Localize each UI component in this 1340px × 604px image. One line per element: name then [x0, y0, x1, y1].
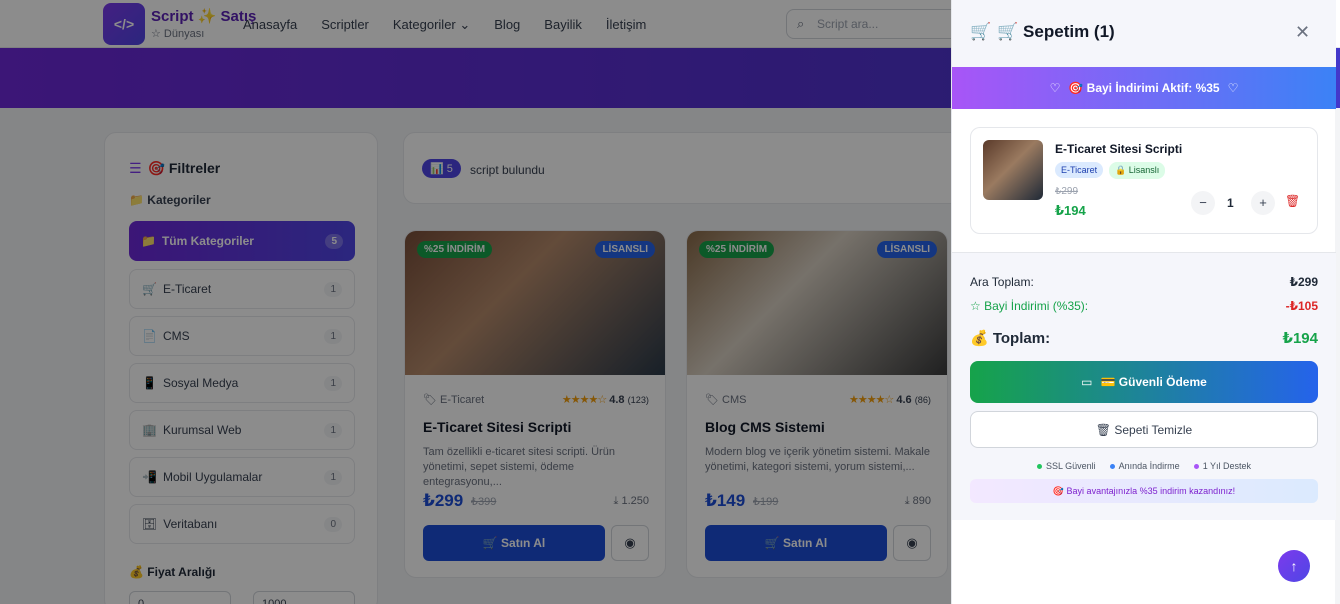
cart-item-price: ₺194	[1055, 203, 1086, 218]
cart-item-thumbnail	[983, 140, 1043, 200]
discount-label: ☆ Bayi İndirimi (%35):	[970, 299, 1089, 313]
quantity-value: 1	[1227, 196, 1234, 210]
cart-summary: Ara Toplam: ₺299 ☆ Bayi İndirimi (%35): …	[952, 252, 1336, 520]
dealer-discount-text: 🎯 Bayi İndirimi Aktif: %35	[1068, 81, 1220, 95]
heart-icon: ♡	[1227, 81, 1239, 95]
cart-panel: 🛒 🛒 Sepetim (1) ✕ ♡ 🎯 Bayi İndirimi Akti…	[951, 0, 1336, 604]
feature-text: SSL Güvenli	[1045, 461, 1096, 471]
credit-card-icon: ▭	[1081, 375, 1093, 389]
total-value: ₺194	[1282, 330, 1318, 347]
dot-icon	[1109, 464, 1115, 470]
cart-header: 🛒 🛒 Sepetim (1) ✕	[952, 0, 1336, 67]
close-icon[interactable]: ✕	[1295, 22, 1310, 43]
cart-title: 🛒 🛒 Sepetim (1)	[970, 22, 1115, 42]
cart-item: E-Ticaret Sitesi Scripti E-Ticaret 🔒 Lis…	[970, 127, 1318, 234]
clear-cart-button[interactable]: 🗑 Sepeti Temizle	[970, 411, 1318, 448]
cart-title-text: 🛒 Sepetim (1)	[997, 22, 1115, 41]
secure-payment-label: 💳 Güvenli Ödeme	[1100, 375, 1207, 389]
heart-icon: ♡	[1049, 81, 1061, 95]
clear-cart-label: 🗑 Sepeti Temizle	[1095, 422, 1193, 437]
secure-payment-button[interactable]: ▭ 💳 Güvenli Ödeme	[970, 361, 1318, 403]
feature-support: 1 Yıl Destek	[1193, 461, 1252, 471]
minus-icon[interactable]: −	[1191, 191, 1215, 215]
total-label: 💰 Toplam:	[970, 330, 1051, 347]
modal-backdrop[interactable]	[0, 0, 951, 604]
subtotal-value: ₺299	[1289, 275, 1318, 289]
cart-item-license-tag: 🔒 Lisanslı	[1109, 162, 1166, 179]
dealer-savings-note: 🎯 Bayi avantajınızla %35 indirim kazandı…	[970, 479, 1318, 503]
app-root: </> Script ✨ Satış ☆ Dünyası Anasayfa Sc…	[0, 0, 1340, 604]
arrow-up-icon: ↑	[1290, 558, 1298, 574]
cart-item-old-price: ₺299	[1055, 186, 1079, 197]
feature-text: Anında İndirme	[1118, 461, 1180, 471]
plus-icon[interactable]: +	[1251, 191, 1275, 215]
cart-item-category-tag: E-Ticaret	[1055, 162, 1104, 178]
feature-instant: Anında İndirme	[1109, 461, 1180, 471]
scroll-top-button[interactable]: ↑	[1278, 550, 1310, 582]
trash-icon[interactable]: 🗑	[1285, 194, 1300, 208]
discount-row: ☆ Bayi İndirimi (%35): -₺105	[970, 299, 1318, 313]
cart-features: SSL Güvenli Anında İndirme 1 Yıl Destek	[952, 461, 1336, 471]
subtotal-label: Ara Toplam:	[970, 275, 1034, 289]
subtotal-row: Ara Toplam: ₺299	[970, 275, 1318, 289]
dot-icon	[1193, 464, 1199, 470]
dot-icon	[1036, 464, 1042, 470]
feature-ssl: SSL Güvenli	[1036, 461, 1096, 471]
dealer-discount-banner: ♡ 🎯 Bayi İndirimi Aktif: %35 ♡	[952, 67, 1336, 109]
cart-icon: 🛒	[970, 22, 992, 41]
total-row: 💰 Toplam: ₺194	[970, 329, 1318, 347]
cart-item-title: E-Ticaret Sitesi Scripti	[1055, 142, 1183, 156]
feature-text: 1 Yıl Destek	[1202, 461, 1252, 471]
discount-value: -₺105	[1285, 299, 1318, 313]
